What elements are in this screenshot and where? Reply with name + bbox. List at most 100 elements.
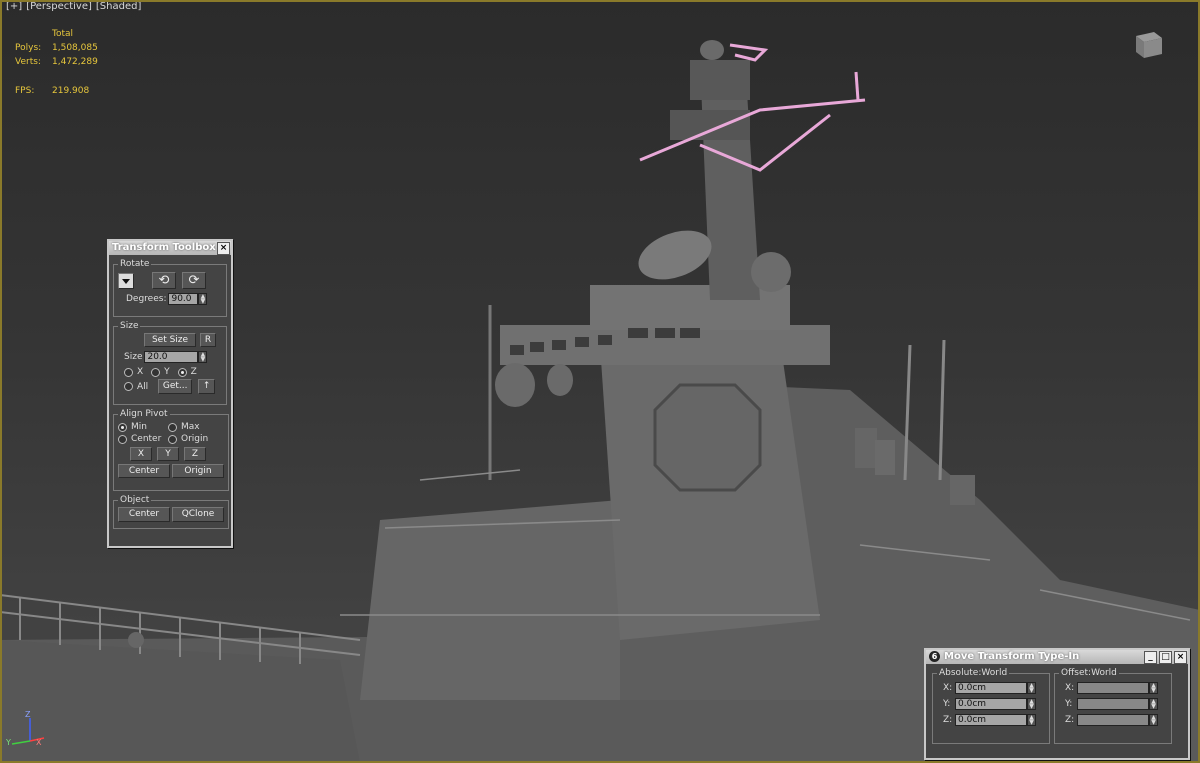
off-z-arrows[interactable]: ▲ ▼ (1149, 714, 1158, 726)
pivot-origin-button[interactable]: Origin (172, 464, 224, 478)
toolbox-close-button[interactable]: × (217, 242, 230, 255)
abs-z-spinner[interactable]: ▲▼ (955, 714, 1036, 726)
off-x-arrows[interactable]: ▲ ▼ (1149, 682, 1158, 694)
pivot-z-button[interactable]: Z (184, 447, 206, 461)
off-y-label: Y: (1065, 699, 1073, 709)
size-legend: Size (120, 321, 139, 331)
abs-x-spinner[interactable]: ▲▼ (955, 682, 1036, 694)
off-y-arrows[interactable]: ▲ ▼ (1149, 698, 1158, 710)
object-group: Object Center QClone (113, 495, 229, 529)
transform-toolbox-titlebar[interactable]: Transform Toolbox × (109, 241, 231, 255)
rotate-ccw-button[interactable]: ⟲ (152, 272, 176, 289)
move-typein-title: Move Transform Type-In (944, 651, 1080, 662)
set-size-button[interactable]: Set Size (144, 333, 196, 347)
size-up-button[interactable]: ↑ (198, 379, 216, 394)
pivot-x-button[interactable]: X (130, 447, 152, 461)
align-pivot-legend: Align Pivot (120, 409, 168, 419)
size-spinner-arrows[interactable]: ▲ ▼ (198, 351, 208, 363)
stack-1 (855, 428, 877, 468)
absolute-world-group: Absolute:World X: ▲▼ Y: ▲▼ Z: ▲▼ (932, 668, 1050, 744)
chevron-down-icon (122, 278, 130, 284)
qclone-button[interactable]: QClone (172, 507, 224, 522)
abs-y-input[interactable] (955, 698, 1027, 710)
rotate-legend: Rotate (120, 259, 150, 269)
abs-z-input[interactable] (955, 714, 1027, 726)
size-reset-button[interactable]: R (200, 333, 216, 347)
move-typein-titlebar[interactable]: 6 Move Transform Type-In _ □ × (926, 650, 1188, 664)
fps-label: FPS: (15, 86, 35, 96)
off-z-label: Z: (1065, 715, 1075, 725)
abs-y-arrows[interactable]: ▲ ▼ (1027, 698, 1036, 710)
size-radio-x[interactable]: X (124, 367, 143, 377)
size-get-button[interactable]: Get... (158, 379, 193, 394)
pivot-center-button[interactable]: Center (118, 464, 170, 478)
size-input[interactable] (144, 351, 199, 363)
polys-label: Polys: (15, 43, 42, 53)
maximize-button[interactable]: □ (1159, 651, 1172, 664)
rotate-group: Rotate ⟲ ⟳ Degrees: ▲▼ (113, 259, 227, 317)
whip-antenna-2 (938, 339, 946, 481)
viewcube-icon[interactable] (1130, 26, 1166, 62)
viewport-view-menu[interactable]: [Perspective] (26, 1, 92, 12)
mooring-bitt (128, 632, 144, 648)
object-center-button[interactable]: Center (118, 507, 170, 522)
arrow-up-icon: ↑ (202, 381, 211, 391)
off-x-spinner[interactable]: ▲ ▼ (1077, 682, 1158, 694)
abs-x-input[interactable] (955, 682, 1027, 694)
mast-top (690, 60, 750, 100)
off-x-label: X: (1065, 683, 1075, 693)
viewport-plus-menu[interactable]: [+] (6, 1, 22, 12)
off-z-spinner[interactable]: ▲ ▼ (1077, 714, 1158, 726)
align-pivot-group: Align Pivot Min Max Center Origin X Y Z … (113, 409, 229, 491)
radome-right (751, 252, 791, 292)
absolute-legend: Absolute:World (939, 668, 1008, 678)
abs-z-arrows[interactable]: ▲ ▼ (1027, 714, 1036, 726)
rotate-axis-dropdown[interactable] (118, 272, 134, 289)
degrees-spinner[interactable]: ▲▼ (168, 293, 208, 305)
axis-x-label: X (36, 738, 42, 747)
dish-antenna (638, 230, 712, 280)
size-radio-y[interactable]: Y (151, 367, 170, 377)
pivot-radio-origin[interactable]: Origin (168, 434, 208, 444)
move-typein-close-button[interactable]: × (1174, 651, 1187, 664)
mast-platform (670, 110, 750, 140)
rotate-cw-button[interactable]: ⟳ (182, 272, 206, 289)
superstructure-front (360, 500, 620, 700)
pivot-radio-max[interactable]: Max (168, 422, 200, 432)
spy-radar-panel (653, 383, 762, 492)
verts-label: Verts: (15, 57, 41, 67)
verts-value: 1,472,289 (52, 57, 98, 67)
radome-small (547, 364, 573, 396)
abs-y-spinner[interactable]: ▲▼ (955, 698, 1036, 710)
size-radio-z[interactable]: Z (177, 367, 197, 377)
pivot-radio-min[interactable]: Min (118, 422, 168, 432)
size-group: Size Set Size R Size ▲▼ X Y Z All Get...… (113, 321, 227, 405)
minimize-button[interactable]: _ (1144, 651, 1157, 664)
size-spinner[interactable]: ▲▼ (144, 351, 208, 363)
abs-y-label: Y: (943, 699, 951, 709)
off-y-input[interactable] (1077, 698, 1149, 710)
off-y-spinner[interactable]: ▲ ▼ (1077, 698, 1158, 710)
offset-world-group: Offset:World X: ▲ ▼ Y: ▲ ▼ Z: ▲ ▼ (1054, 668, 1172, 744)
offset-legend: Offset:World (1061, 668, 1117, 678)
abs-z-label: Z: (943, 715, 953, 725)
transform-toolbox-window: Transform Toolbox × Rotate ⟲ ⟳ Degrees: … (107, 239, 233, 548)
object-legend: Object (120, 495, 150, 505)
abs-x-arrows[interactable]: ▲ ▼ (1027, 682, 1036, 694)
degrees-spinner-arrows[interactable]: ▲ ▼ (198, 293, 208, 305)
viewport-shading-menu[interactable]: [Shaded] (96, 1, 141, 12)
off-z-input[interactable] (1077, 714, 1149, 726)
off-x-input[interactable] (1077, 682, 1149, 694)
axis-y-label: Y (5, 738, 11, 747)
bow-deck (0, 640, 360, 763)
pivot-radio-center[interactable]: Center (118, 434, 168, 444)
pivot-y-button[interactable]: Y (157, 447, 179, 461)
rotate-ccw-icon: ⟲ (158, 273, 170, 288)
size-radio-all[interactable]: All (124, 382, 148, 392)
rotate-cw-icon: ⟳ (188, 273, 200, 288)
size-label: Size (124, 352, 143, 362)
degrees-input[interactable] (168, 293, 199, 305)
transform-toolbox-title: Transform Toolbox (112, 242, 216, 253)
degrees-label: Degrees: (126, 294, 167, 304)
viewport-label: [+] [Perspective] [Shaded] (6, 1, 145, 12)
